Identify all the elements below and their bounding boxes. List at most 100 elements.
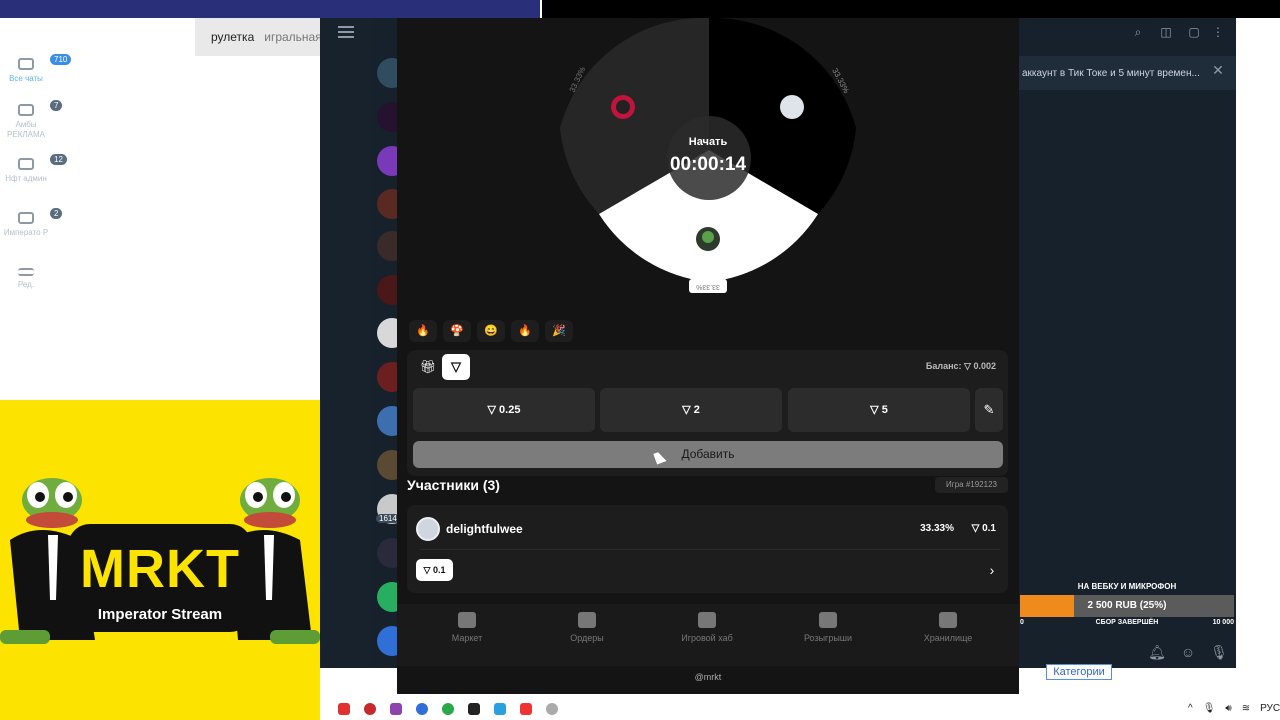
- avatar: [416, 517, 440, 541]
- gift-icon[interactable]: 🎁︎: [417, 355, 439, 379]
- chat-folder-icon: 12: [18, 154, 67, 170]
- folder-badge: 7: [50, 100, 63, 111]
- nav-game-hub[interactable]: Игровой хаб: [662, 612, 752, 643]
- categories-link[interactable]: Категории: [1046, 664, 1112, 680]
- emoji-icon[interactable]: ☺: [1179, 644, 1197, 662]
- participant-avatar-2: [780, 95, 804, 119]
- participant-gift-chip[interactable]: ▽ 0.1: [416, 559, 453, 581]
- chat-folder-icon: 2: [18, 208, 63, 224]
- chat-folder-icon: 7: [18, 100, 63, 116]
- sidebar-toggle-icon[interactable]: ▢: [1186, 24, 1202, 40]
- nav-label: Ордеры: [570, 633, 604, 643]
- reaction-button[interactable]: 🔥: [409, 320, 437, 342]
- nav-label: Маркет: [451, 633, 483, 643]
- folder-label: Нфт админ: [5, 174, 47, 183]
- wheel-timer: 00:00:14: [669, 154, 747, 175]
- close-icon[interactable]: ✕: [1210, 62, 1226, 78]
- app-icon[interactable]: [416, 703, 428, 715]
- telegram-icon[interactable]: [494, 703, 506, 715]
- language-indicator[interactable]: РУС: [1260, 703, 1280, 714]
- folder-nft-admin[interactable]: 12 Нфт админ: [0, 154, 67, 184]
- folder-imperator[interactable]: 2 Императо Р: [0, 208, 63, 238]
- stream-goal-progress-text: 2 500 RUB (25%): [1087, 600, 1167, 611]
- taskbar: [320, 698, 1280, 720]
- app-icon[interactable]: [390, 703, 402, 715]
- participant-name: delightfulwee: [446, 522, 523, 536]
- logo-title: MRKT: [80, 539, 240, 599]
- stream-goal-title: НА ВЕБКУ И МИКРОФОН: [1077, 582, 1177, 591]
- steam-icon[interactable]: [546, 703, 558, 715]
- bell-icon[interactable]: 🔔︎: [1148, 644, 1166, 662]
- sliders-icon: [18, 268, 34, 276]
- wheel-start-label[interactable]: Начать: [658, 136, 758, 148]
- gamepad-icon: [698, 612, 716, 628]
- nav-storage[interactable]: Хранилище: [903, 612, 993, 643]
- balance-value: ▽ 0.002: [964, 361, 996, 371]
- background-window-strip: [0, 0, 540, 18]
- balance: Баланс: ▽ 0.002: [880, 361, 996, 372]
- bet-amount-button[interactable]: ▽ 2: [600, 388, 782, 432]
- folder-badge: 710: [50, 54, 72, 65]
- participant-bet: ▽ 0.1: [971, 523, 996, 534]
- bet-amount-button[interactable]: ▽ 0.25: [413, 388, 595, 432]
- nav-market[interactable]: Маркет: [422, 612, 512, 643]
- yandex-browser-icon[interactable]: [520, 703, 532, 715]
- stream-goal-bar: 2 500 RUB (25%): [1020, 595, 1234, 617]
- folder-all-chats[interactable]: 710 Все чаты: [0, 54, 72, 84]
- reaction-button[interactable]: 🔥: [511, 320, 539, 342]
- divider: [420, 549, 1000, 550]
- chevron-right-icon[interactable]: ›: [985, 560, 999, 580]
- balance-label: Баланс:: [925, 361, 962, 371]
- bet-amount-button[interactable]: ▽ 5: [788, 388, 970, 432]
- logo-subtitle: Imperator Stream: [97, 606, 223, 623]
- browser-tab-game[interactable]: игральная: [264, 30, 321, 44]
- chat-folder-icon: 710: [18, 54, 72, 70]
- network-icon[interactable]: ≋: [1242, 703, 1250, 714]
- opera-icon[interactable]: [364, 703, 376, 715]
- more-icon[interactable]: ⋮: [1210, 24, 1226, 40]
- nav-label: Игровой хаб: [681, 633, 733, 643]
- folder-label: Императо Р: [3, 228, 49, 237]
- volume-icon[interactable]: 🔊︎: [1225, 703, 1231, 714]
- participant-percent: 33.33%: [920, 523, 954, 534]
- system-tray: ^ 🎙︎ 🔊︎ ≋ РУС: [1188, 703, 1280, 714]
- browser-tab-roulette[interactable]: рулетка: [211, 30, 254, 44]
- nav-label: Розыгрыши: [803, 633, 853, 643]
- microphone-icon[interactable]: 🎙︎: [1203, 703, 1216, 714]
- telegram-folder-rail: [320, 18, 372, 668]
- footer-handle: @mrkt: [694, 672, 722, 682]
- market-icon: [458, 612, 476, 628]
- nav-label: Хранилище: [923, 633, 973, 643]
- ton-currency-icon[interactable]: ▽: [442, 354, 470, 380]
- chrome-icon[interactable]: [442, 703, 454, 715]
- orders-icon: [578, 612, 596, 628]
- nav-orders[interactable]: Ордеры: [542, 612, 632, 643]
- segment-3-percent: 33.33%: [689, 279, 727, 293]
- background-window-strip-dark: [542, 0, 1280, 18]
- nav-giveaways[interactable]: Розыгрыши: [783, 612, 873, 643]
- stream-icon[interactable]: ◫: [1158, 24, 1174, 40]
- search-icon[interactable]: ⌕: [1130, 24, 1146, 40]
- folder-badge: 2: [50, 208, 63, 219]
- pinned-message[interactable]: аккаунт в Тик Токе и 5 минут времен...: [1018, 56, 1236, 90]
- microphone-icon[interactable]: 🎙︎: [1210, 644, 1228, 662]
- folder-ambs[interactable]: 7 Амбы РЕКЛАМА: [0, 100, 63, 140]
- app-icon[interactable]: [468, 703, 480, 715]
- browser-tab-strip: рулетка игральная: [195, 18, 325, 56]
- telegram-conversation-panel: [1018, 18, 1236, 668]
- folder-label: Все чаты: [9, 74, 43, 83]
- menu-icon[interactable]: [338, 26, 354, 38]
- add-button[interactable]: Добавить: [413, 441, 1003, 468]
- folder-label: Амбы РЕКЛАМА: [7, 120, 45, 139]
- stream-goal-max: 10 000: [1212, 619, 1234, 626]
- chevron-up-icon[interactable]: ^: [1188, 703, 1193, 714]
- folder-edit[interactable]: Ред.: [0, 268, 52, 290]
- game-id-badge: Игра #192123: [935, 477, 1008, 493]
- reaction-button[interactable]: 😄: [477, 320, 505, 342]
- reaction-button[interactable]: 🎉: [545, 320, 573, 342]
- folder-label: Ред.: [17, 280, 35, 289]
- yandex-icon[interactable]: [338, 703, 350, 715]
- storage-icon: [939, 612, 957, 628]
- pencil-icon[interactable]: ✎: [975, 388, 1003, 432]
- reaction-button[interactable]: 🍄: [443, 320, 471, 342]
